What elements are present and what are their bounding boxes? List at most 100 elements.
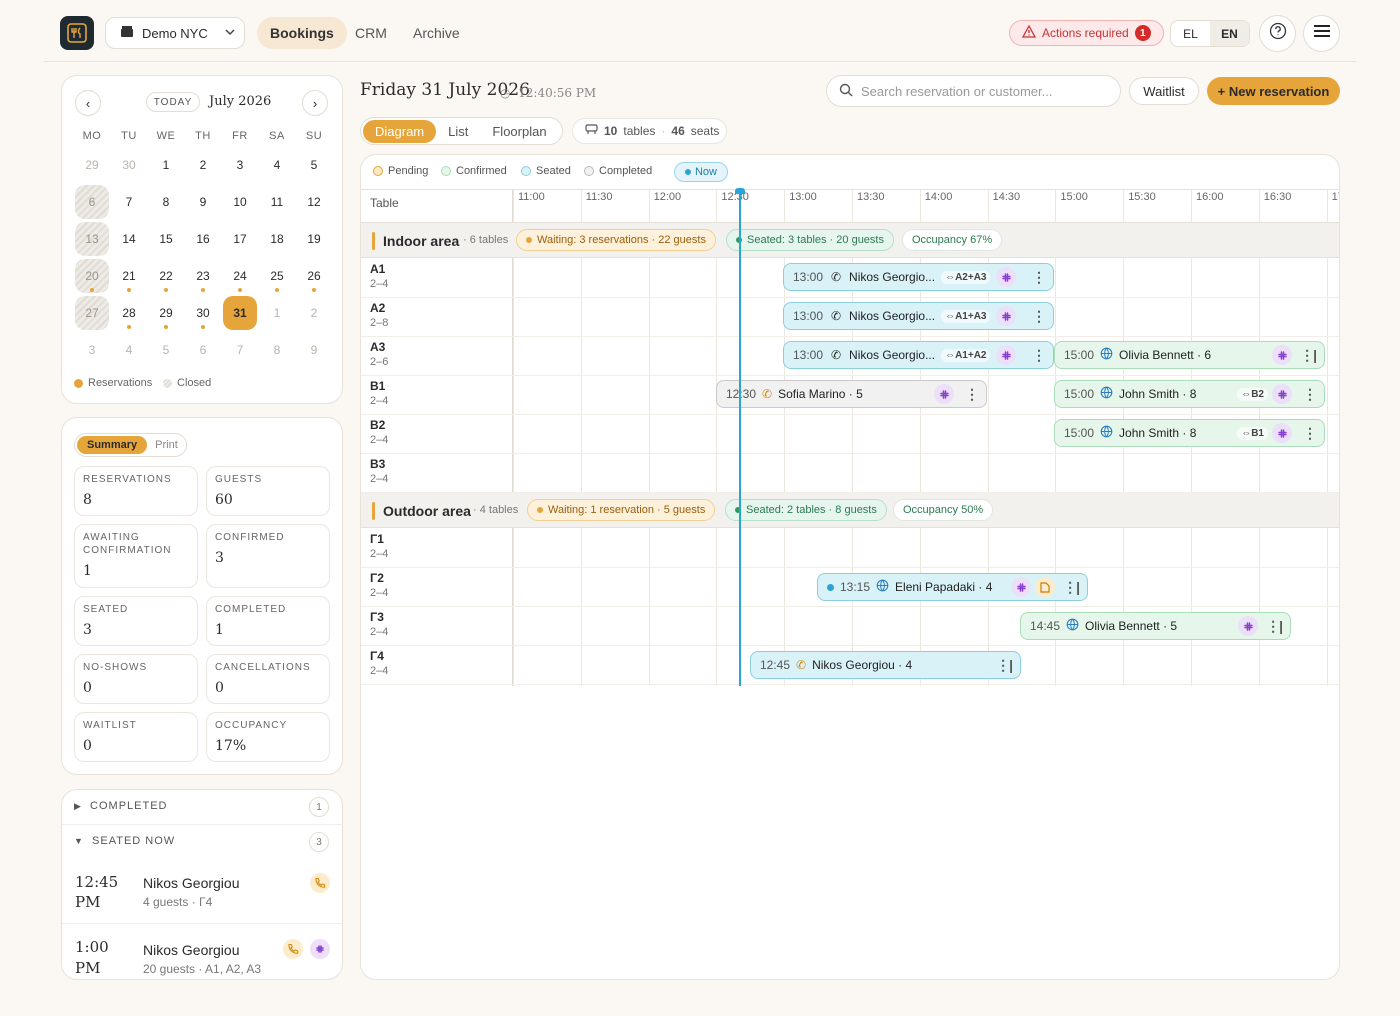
tab-crm[interactable]: CRM xyxy=(342,17,400,49)
table-name: Γ2 xyxy=(370,571,384,585)
waitlist-button[interactable]: Waitlist xyxy=(1129,77,1199,105)
seated-now-accordion[interactable]: ▼ SEATED NOW xyxy=(74,835,175,847)
calendar-day[interactable]: 1 xyxy=(260,296,294,330)
top-bar: Demo NYC Bookings CRM Archive Actions re… xyxy=(44,0,1356,62)
calendar-day[interactable]: 12 xyxy=(297,185,331,219)
area-name-label: Outdoor area xyxy=(383,503,471,519)
res-time: 12:45 xyxy=(760,658,791,672)
seated-label: Seated: 3 tables · 20 guests xyxy=(747,234,884,246)
legend-closed-label: Closed xyxy=(177,377,212,389)
tab-diagram[interactable]: Diagram xyxy=(363,119,437,143)
res-time: 13:15 xyxy=(840,580,871,594)
calendar-day[interactable]: 27 xyxy=(75,296,109,330)
calendar-day[interactable]: 14 xyxy=(112,222,146,256)
calendar-day[interactable]: 11 xyxy=(260,185,294,219)
reservation-block[interactable]: 15:00 Olivia Bennett · 6 ⋮| xyxy=(1054,341,1325,369)
more-options-icon[interactable]: ⋮ xyxy=(1303,386,1317,403)
area-table-count: · 6 tables xyxy=(463,234,509,246)
more-options-icon[interactable]: ⋮| xyxy=(1266,618,1283,635)
lang-en[interactable]: EN xyxy=(1210,21,1249,46)
calendar-day[interactable]: 9 xyxy=(297,333,331,367)
phone-icon xyxy=(283,939,303,959)
reservation-block[interactable]: 15:00 John Smith · 8 ⇔B1 ⋮ xyxy=(1054,419,1325,447)
calendar-day[interactable]: 31 xyxy=(223,296,257,330)
hour-label: 14:30 xyxy=(992,191,1021,203)
venue-selector[interactable]: Demo NYC xyxy=(105,17,245,49)
calendar-day[interactable]: 2 xyxy=(186,148,220,182)
calendar-day[interactable]: 4 xyxy=(260,148,294,182)
res-guest: Eleni Papadaki · 4 xyxy=(895,580,993,594)
today-button[interactable]: TODAY xyxy=(146,92,200,112)
calendar-day[interactable]: 5 xyxy=(149,333,183,367)
reservation-block[interactable]: 15:00 John Smith · 8 ⇔B2 ⋮ xyxy=(1054,380,1325,408)
seated-ampm: PM xyxy=(75,893,101,911)
actions-required-button[interactable]: Actions required 1 xyxy=(1009,20,1164,46)
tab-summary[interactable]: Summary xyxy=(77,436,148,454)
menu-button[interactable] xyxy=(1303,15,1340,52)
more-options-icon[interactable]: ⋮| xyxy=(1300,347,1317,364)
calendar-day[interactable]: 17 xyxy=(223,222,257,256)
calendar-day[interactable]: 8 xyxy=(149,185,183,219)
more-options-icon[interactable]: ⋮ xyxy=(1032,308,1046,325)
status-seated-label: Seated xyxy=(536,165,571,177)
calendar-day[interactable]: 16 xyxy=(186,222,220,256)
more-options-icon[interactable]: ⋮| xyxy=(1063,579,1080,596)
new-reservation-button[interactable]: + New reservation xyxy=(1207,77,1340,105)
more-options-icon[interactable]: ⋮ xyxy=(1032,269,1046,286)
calendar-day[interactable]: 30 xyxy=(112,148,146,182)
more-options-icon[interactable]: ⋮ xyxy=(1303,425,1317,442)
clock-icon: ◷ xyxy=(500,86,511,100)
next-month-button[interactable]: › xyxy=(302,90,328,116)
reservation-block[interactable]: 13:00 ✆ Nikos Georgio... ⇔A1+A2 ⋮ xyxy=(783,341,1054,369)
calendar-day[interactable]: 1 xyxy=(149,148,183,182)
calendar-day[interactable]: 7 xyxy=(223,333,257,367)
reservation-dot xyxy=(164,325,168,329)
calendar-day[interactable]: 13 xyxy=(75,222,109,256)
lang-el[interactable]: EL xyxy=(1171,21,1210,46)
seated-guest-details: 4 guests · Γ4 xyxy=(143,895,213,909)
calendar-day[interactable]: 15 xyxy=(149,222,183,256)
help-button[interactable] xyxy=(1259,15,1296,52)
calendar-day[interactable]: 5 xyxy=(297,148,331,182)
calendar-day[interactable]: 4 xyxy=(112,333,146,367)
reservation-block[interactable]: 12:30 ✆ Sofia Marino · 5 ⋮ xyxy=(716,380,987,408)
calendar-day[interactable]: 2 xyxy=(297,296,331,330)
calendar-day[interactable]: 18 xyxy=(260,222,294,256)
hour-label: 17 xyxy=(1331,191,1339,203)
reservation-block[interactable]: 13:00 ✆ Nikos Georgio... ⇔A2+A3 ⋮ xyxy=(783,263,1054,291)
search-input[interactable]: Search reservation or customer... xyxy=(826,75,1121,107)
tab-floorplan[interactable]: Floorplan xyxy=(480,120,558,143)
calendar-day[interactable]: 9 xyxy=(186,185,220,219)
calendar-day[interactable]: 29 xyxy=(75,148,109,182)
more-options-icon[interactable]: ⋮| xyxy=(996,657,1013,674)
completed-accordion[interactable]: ▶ COMPLETED xyxy=(74,800,168,812)
more-options-icon[interactable]: ⋮ xyxy=(1032,347,1046,364)
prev-month-button[interactable]: ‹ xyxy=(75,90,101,116)
status-confirmed-label: Confirmed xyxy=(456,165,507,177)
live-clock: ◷ 12:40:56 PM xyxy=(500,86,596,100)
more-options-icon[interactable]: ⋮ xyxy=(965,386,979,403)
reservation-block[interactable]: 13:15 Eleni Papadaki · 4 ⋮| xyxy=(817,573,1088,601)
res-time: 15:00 xyxy=(1064,348,1095,362)
reservation-dot xyxy=(90,288,94,292)
calendar-day[interactable]: 6 xyxy=(75,185,109,219)
tab-bookings[interactable]: Bookings xyxy=(257,17,347,49)
now-button[interactable]: Now xyxy=(674,162,728,182)
calendar-day[interactable]: 3 xyxy=(75,333,109,367)
slack-icon xyxy=(934,384,954,404)
reservation-block[interactable]: 12:45 ✆ Nikos Georgiou · 4 ⋮| xyxy=(750,651,1021,679)
stat-card: COMPLETED 1 xyxy=(206,596,330,646)
reservation-block[interactable]: 13:00 ✆ Nikos Georgio... ⇔A1+A3 ⋮ xyxy=(783,302,1054,330)
calendar-day[interactable]: 8 xyxy=(260,333,294,367)
calendar-day[interactable]: 3 xyxy=(223,148,257,182)
calendar-day[interactable]: 6 xyxy=(186,333,220,367)
calendar-day[interactable]: 10 xyxy=(223,185,257,219)
calendar-day[interactable]: 7 xyxy=(112,185,146,219)
stat-label: CANCELLATIONS xyxy=(215,662,311,673)
tab-print[interactable]: Print xyxy=(147,436,186,454)
calendar-day[interactable]: 19 xyxy=(297,222,331,256)
tab-archive[interactable]: Archive xyxy=(400,17,473,49)
app-logo[interactable] xyxy=(60,16,94,50)
reservation-block[interactable]: 14:45 Olivia Bennett · 5 ⋮| xyxy=(1020,612,1291,640)
tab-list[interactable]: List xyxy=(436,120,480,143)
